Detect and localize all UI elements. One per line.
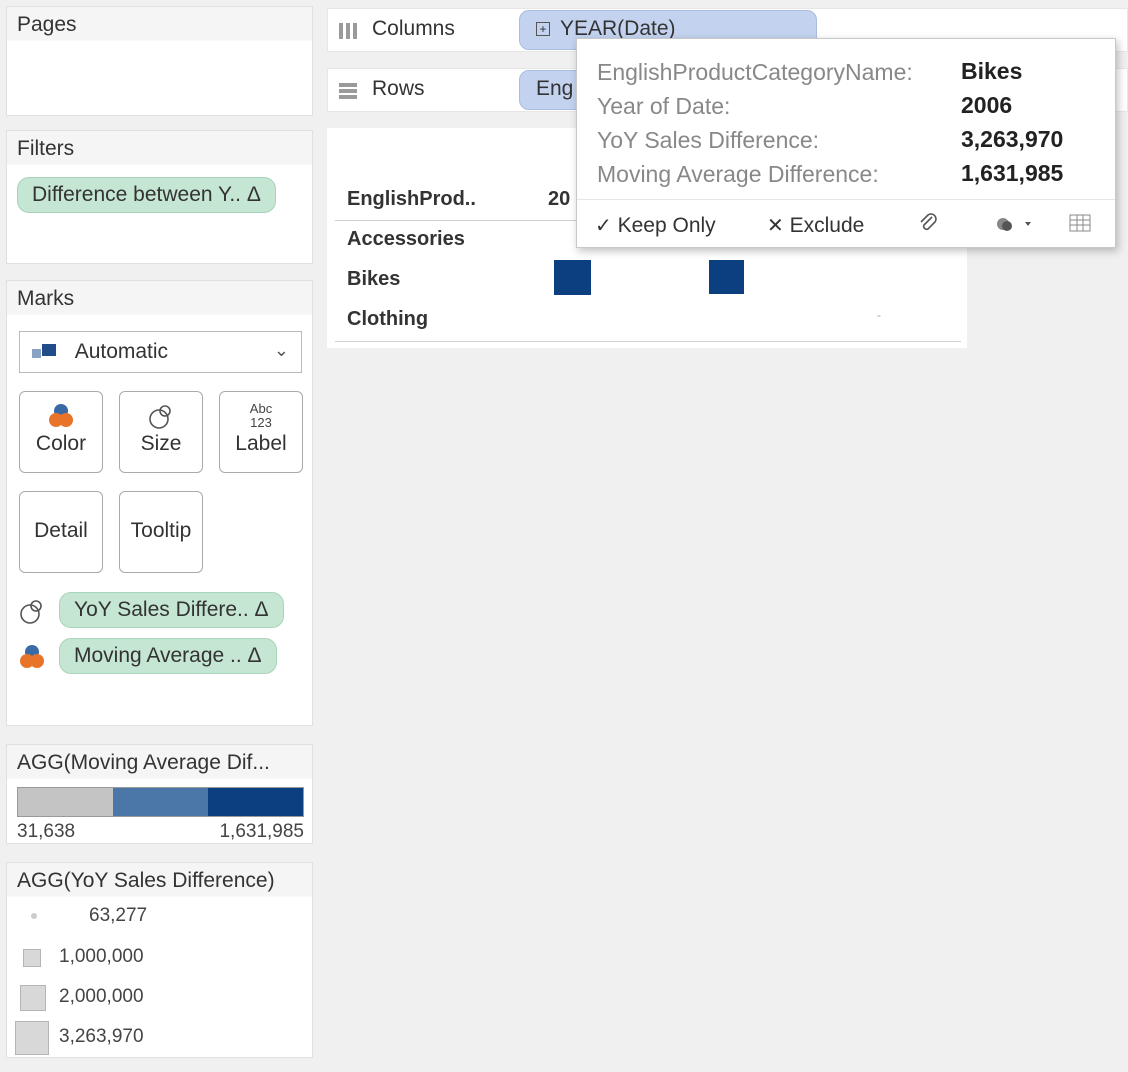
- marks-card: Marks Automatic ⌄ Color Size Abc 123 Lab…: [6, 280, 313, 726]
- group-members-button[interactable]: [917, 212, 939, 240]
- tooltip-value: 2006: [961, 92, 1013, 118]
- set-icon: [997, 218, 1031, 231]
- size-legend-swatch: [20, 985, 46, 1011]
- color-ramp-segment: [208, 788, 303, 816]
- exclude-button[interactable]: ✕ Exclude: [767, 213, 864, 238]
- expand-icon[interactable]: +: [536, 22, 550, 37]
- columns-pill-label: YEAR(Date): [560, 17, 676, 40]
- close-icon: ✕: [767, 215, 784, 237]
- label-button[interactable]: Abc 123 Label: [219, 391, 303, 473]
- tooltip-value: Bikes: [961, 58, 1023, 84]
- color-legend-card: AGG(Moving Average Dif... 31,638 1,631,9…: [6, 744, 313, 844]
- color-legend-title: AGG(Moving Average Dif...: [7, 745, 312, 779]
- color-legend-max: 1,631,985: [219, 821, 304, 842]
- size-legend-card: AGG(YoY Sales Difference) 63,277 1,000,0…: [6, 862, 313, 1058]
- mark-type-dropdown[interactable]: Automatic ⌄: [19, 331, 302, 373]
- size-legend-swatch: [23, 949, 41, 967]
- tooltip-label: Tooltip: [130, 519, 192, 542]
- size-button[interactable]: Size: [119, 391, 203, 473]
- column-header-year[interactable]: 20: [548, 188, 570, 211]
- color-legend-min: 31,638: [17, 821, 76, 842]
- mark-tooltip: EnglishProductCategoryName: Bikes Year o…: [576, 38, 1116, 248]
- pages-card: Pages: [6, 6, 313, 116]
- color-label: Color: [35, 432, 87, 455]
- size-legend-title: AGG(YoY Sales Difference): [7, 863, 312, 897]
- size-icon: [20, 600, 42, 624]
- columns-label: Columns: [372, 17, 455, 40]
- tooltip-label: EnglishProductCategoryName:: [597, 59, 913, 85]
- color-ramp-segment: [113, 788, 208, 816]
- filter-pill[interactable]: Difference between Y.. Δ: [17, 177, 276, 213]
- color-ramp[interactable]: [17, 787, 304, 817]
- color-field-pill[interactable]: Moving Average .. Δ: [59, 638, 277, 674]
- color-button[interactable]: Color: [19, 391, 103, 473]
- size-legend-item: 1,000,000: [59, 946, 144, 967]
- size-legend-item: 63,277: [89, 905, 148, 926]
- set-button[interactable]: [995, 214, 1035, 240]
- filters-title: Filters: [7, 131, 312, 165]
- marks-title: Marks: [7, 281, 312, 315]
- tooltip-value: 1,631,985: [961, 160, 1064, 186]
- clothing-mark[interactable]: -: [877, 308, 881, 322]
- detail-label: Detail: [34, 519, 88, 542]
- row-clothing[interactable]: Clothing: [347, 308, 428, 331]
- bikes-mark[interactable]: [709, 260, 744, 294]
- rows-icon: [339, 83, 357, 99]
- check-icon: ✓: [595, 215, 612, 237]
- size-legend-item: 2,000,000: [59, 986, 144, 1007]
- size-legend-swatch: [15, 1021, 49, 1055]
- color-icon: [20, 645, 44, 668]
- pages-title: Pages: [7, 7, 312, 41]
- tooltip-button[interactable]: Tooltip: [119, 491, 203, 573]
- view-bottom-divider: [335, 341, 961, 342]
- row-header[interactable]: EnglishProd..: [347, 188, 476, 211]
- row-bikes[interactable]: Bikes: [347, 268, 400, 291]
- color-ramp-segment: [18, 788, 113, 816]
- tooltip-value: 3,263,970: [961, 126, 1064, 152]
- label-icon: Abc 123: [249, 401, 273, 430]
- columns-icon: [339, 23, 357, 39]
- size-label: Size: [140, 432, 182, 455]
- tooltip-label: YoY Sales Difference:: [597, 127, 820, 153]
- tooltip-label: Moving Average Difference:: [597, 161, 879, 187]
- chevron-down-icon: ⌄: [273, 340, 289, 360]
- paperclip-icon: [920, 213, 937, 231]
- filters-card: Filters Difference between Y.. Δ: [6, 130, 313, 264]
- size-legend-swatch: [31, 913, 37, 919]
- row-accessories[interactable]: Accessories: [347, 228, 465, 251]
- size-icon: [149, 405, 171, 429]
- mark-type-label: Automatic: [74, 340, 169, 363]
- detail-button[interactable]: Detail: [19, 491, 103, 573]
- rows-label: Rows: [372, 77, 425, 100]
- grid-icon: [1069, 214, 1091, 232]
- color-icon: [49, 404, 73, 427]
- tooltip-actions: ✓ Keep Only ✕ Exclude: [577, 199, 1115, 247]
- tooltip-label: Year of Date:: [597, 93, 731, 119]
- bikes-mark[interactable]: [554, 260, 591, 295]
- keep-only-button[interactable]: ✓ Keep Only: [595, 213, 716, 238]
- size-field-pill[interactable]: YoY Sales Differe.. Δ: [59, 592, 284, 628]
- view-data-button[interactable]: [1069, 214, 1091, 238]
- size-legend-item: 3,263,970: [59, 1026, 144, 1047]
- label-label: Label: [235, 432, 287, 455]
- mark-type-icon: [32, 344, 58, 360]
